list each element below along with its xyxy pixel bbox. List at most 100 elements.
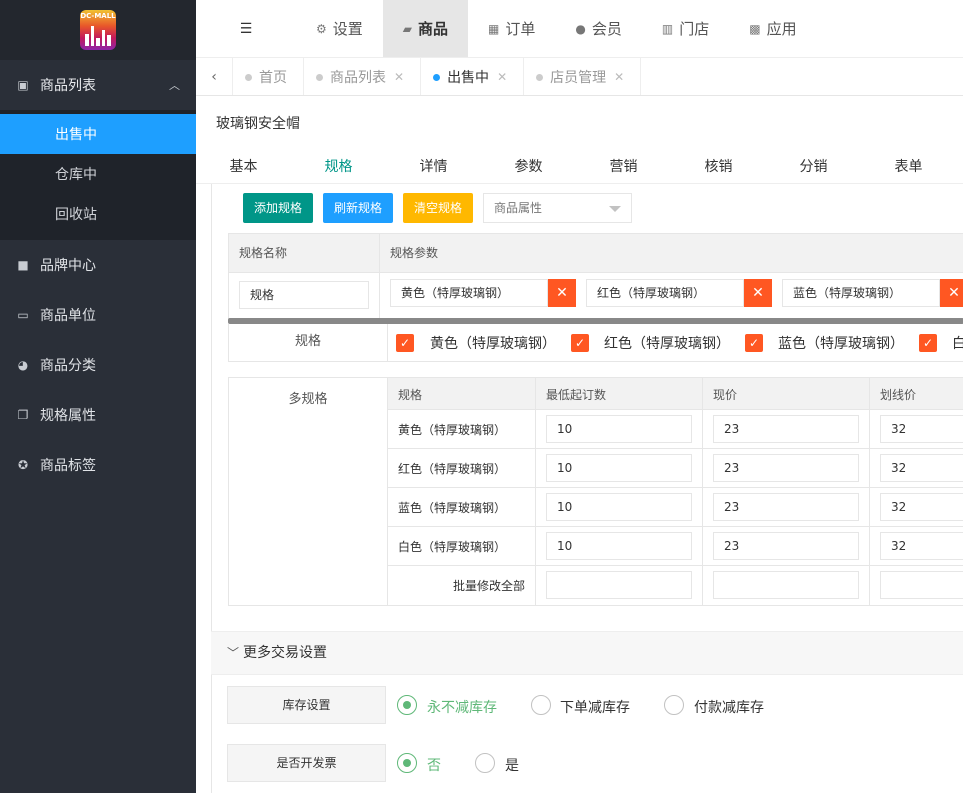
original-price-input[interactable]: 32 [880,532,963,560]
tab-distribution[interactable]: 分销 [766,151,861,183]
page-tab-staff[interactable]: 店员管理 ✕ [524,58,642,95]
stock-setting-label: 库存设置 [227,686,386,724]
sidebar-toggle-button[interactable]: ☰ [196,0,296,57]
radio-never-reduce[interactable] [397,695,417,715]
clear-spec-button[interactable]: 清空规格 [403,193,474,223]
sidebar-item-label: 商品单位 [40,308,96,324]
price-input[interactable]: 23 [713,493,859,521]
chevron-down-icon: ﹀ [227,646,240,660]
batch-original-price-input[interactable] [880,571,963,599]
page-tab-on-sale[interactable]: 出售中 ✕ [421,58,525,95]
tab-marketing[interactable]: 营销 [576,151,671,183]
tab-verify[interactable]: 核销 [671,151,766,183]
table-row-spec: 白色（特厚玻璃钢） [398,540,507,554]
top-tab-members[interactable]: ● 会员 [555,0,642,57]
price-input[interactable]: 23 [713,532,859,560]
min-order-input[interactable]: 10 [546,415,692,443]
close-icon[interactable]: ✕ [614,70,624,84]
top-tab-apps[interactable]: ▩ 应用 [729,0,816,57]
sidebar-item-category[interactable]: ◕ 商品分类 [0,340,196,390]
sidebar-item-label: 规格属性 [40,408,96,424]
page-tabs-bar: ‹ 首页 商品列表 ✕ 出售中 ✕ 店员管理 ✕ [196,58,963,96]
tabs-scroll-left-button[interactable]: ‹ [196,58,233,95]
tab-basic[interactable]: 基本 [196,151,291,183]
bag-icon: ▰ [402,21,413,36]
table-row-spec: 蓝色（特厚玻璃钢） [398,501,507,515]
tab-dot [316,74,323,81]
attribute-select[interactable]: 商品属性 [483,193,632,223]
original-price-input[interactable]: 32 [880,493,963,521]
checkbox-label: 白 [952,336,963,352]
tab-params[interactable]: 参数 [481,151,576,183]
grid-icon: ▩ [749,21,761,36]
radio-invoice-yes[interactable] [475,753,495,773]
tab-spec[interactable]: 规格 [291,151,386,183]
checkbox-checked[interactable]: ✓ [919,334,937,352]
original-price-input[interactable]: 32 [880,454,963,482]
batch-min-order-input[interactable] [546,571,692,599]
radio-reduce-on-order[interactable] [531,695,551,715]
refresh-spec-button[interactable]: 刷新规格 [323,193,394,223]
checkbox-checked[interactable]: ✓ [571,334,589,352]
sidebar-subitem-on-sale[interactable]: 出售中 [0,114,196,154]
min-order-input[interactable]: 10 [546,493,692,521]
form-tabs: 基本 规格 详情 参数 营销 核销 分销 表单 [196,151,963,184]
min-order-input[interactable]: 10 [546,454,692,482]
radio-reduce-on-pay[interactable] [664,695,684,715]
spec-param-input[interactable]: 红色（特厚玻璃钢） [586,279,744,307]
sidebar-submenu: 出售中 仓库中 回收站 [0,110,196,240]
tab-detail[interactable]: 详情 [386,151,481,183]
checkbox-checked[interactable]: ✓ [745,334,763,352]
batch-price-input[interactable] [713,571,859,599]
radio-invoice-no[interactable] [397,753,417,773]
page-tab-label: 首页 [259,69,287,86]
original-price-input[interactable]: 32 [880,415,963,443]
sidebar-item-unit[interactable]: ▭ 商品单位 [0,290,196,340]
page-tab-goods-list[interactable]: 商品列表 ✕ [304,58,422,95]
soccer-icon: ✪ [17,458,29,472]
main-content: 玻璃钢安全帽 基本 规格 详情 参数 营销 核销 分销 表单 添加规格 刷新规格… [196,96,963,793]
more-trade-settings-label: 更多交易设置 [243,645,327,661]
price-input[interactable]: 23 [713,454,859,482]
spec-param-input[interactable]: 蓝色（特厚玻璃钢） [782,279,940,307]
more-trade-settings-toggle[interactable]: ﹀ 更多交易设置 [211,631,963,675]
top-tab-settings[interactable]: ⚙ 设置 [296,0,383,57]
chevron-up-icon: ︿ [169,79,180,92]
sidebar-item-tags[interactable]: ✪ 商品标签 [0,440,196,490]
multi-spec-label: 多规格 [229,378,388,605]
sidebar-subitem-recycle[interactable]: 回收站 [0,194,196,234]
box-icon: ▣ [17,78,29,92]
sidebar-item-label: 商品分类 [40,358,96,374]
gears-icon: ⚙ [316,21,327,36]
indent-icon: ☰ [239,20,253,37]
checkbox-checked[interactable]: ✓ [396,334,414,352]
add-spec-button[interactable]: 添加规格 [243,193,314,223]
sidebar-item-brand[interactable]: ■ 品牌中心 [0,240,196,290]
sidebar-group-label: 商品列表 [40,78,96,94]
close-icon[interactable]: ✕ [394,70,404,84]
remove-param-button[interactable]: ✕ [940,279,963,307]
sidebar-group-goods-list[interactable]: ▣ 商品列表 ︿ [0,60,196,110]
spec-definition-table: 规格名称 规格参数 规格 黄色（特厚玻璃钢） ✕ 红色（特厚玻璃钢） ✕ 蓝色（… [228,233,963,319]
remove-param-button[interactable]: ✕ [548,279,576,307]
spec-name-input[interactable]: 规格 [239,281,369,309]
caret-down-icon [609,206,621,212]
radio-label: 下单减库存 [560,700,630,716]
price-input[interactable]: 23 [713,415,859,443]
chevron-left-icon: ‹ [211,68,217,85]
page-tab-home[interactable]: 首页 [233,58,304,95]
top-tab-orders[interactable]: ▦ 订单 [468,0,555,57]
top-tab-label: 门店 [679,20,710,38]
tab-form[interactable]: 表单 [861,151,956,183]
min-order-input[interactable]: 10 [546,532,692,560]
top-tab-goods[interactable]: ▰ 商品 [382,0,469,57]
top-tab-stores[interactable]: ▥ 门店 [642,0,729,57]
col-price: 现价 [713,388,738,402]
remove-param-button[interactable]: ✕ [744,279,772,307]
logo[interactable]: DC-MALL [80,10,116,50]
sidebar-item-spec-attr[interactable]: ❐ 规格属性 [0,390,196,440]
close-icon[interactable]: ✕ [497,70,507,84]
logo-area: DC-MALL [0,0,196,60]
spec-param-input[interactable]: 黄色（特厚玻璃钢） [390,279,548,307]
sidebar-subitem-warehouse[interactable]: 仓库中 [0,154,196,194]
